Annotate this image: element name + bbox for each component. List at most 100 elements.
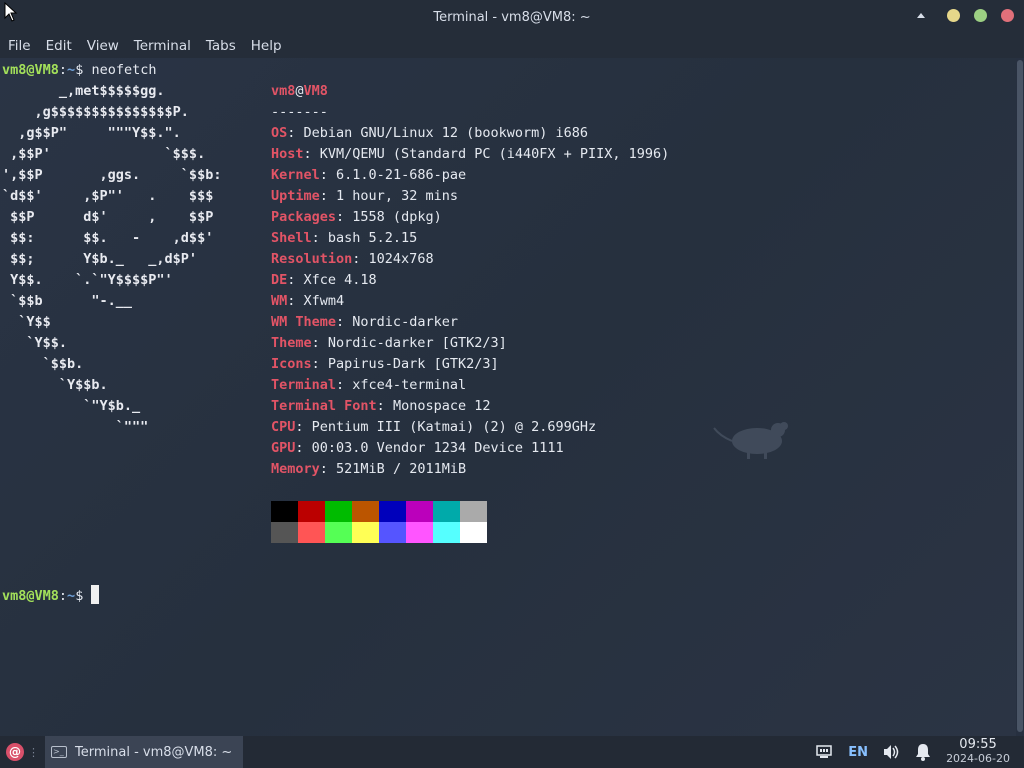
window-titlebar[interactable]: Terminal - vm8@VM8: ~ (0, 0, 1024, 34)
color-swatch (433, 522, 460, 543)
logo-line: `Y$$ (2, 314, 51, 330)
scrollbar-thumb[interactable] (1017, 60, 1023, 732)
prompt-user: vm8@VM8 (2, 588, 59, 604)
info-row: Icons: Papirus-Dark [GTK2/3] (271, 354, 499, 375)
network-icon[interactable] (816, 745, 833, 759)
info-key: Icons (271, 356, 312, 372)
info-colon: : (295, 440, 312, 456)
logo-line: `d$$' ,$P"' . $$$ (2, 188, 214, 204)
info-key: OS (271, 125, 288, 141)
menu-file[interactable]: File (8, 38, 31, 54)
color-palette (271, 501, 487, 543)
clock[interactable]: 09:55 2024-06-20 (946, 738, 1010, 766)
close-button[interactable] (1001, 9, 1014, 22)
prompt-separator: : (58, 588, 68, 604)
info-value: Monospace 12 (392, 398, 491, 414)
prompt-line-current[interactable]: vm8@VM8:~$ (2, 585, 100, 606)
info-key: GPU (271, 440, 296, 456)
info-row: Terminal Font: Monospace 12 (271, 396, 490, 417)
prompt-line: vm8@VM8:~$ neofetch (2, 60, 157, 81)
info-value: Papirus-Dark [GTK2/3] (327, 356, 499, 372)
info-row: OS: Debian GNU/Linux 12 (bookworm) i686 (271, 123, 588, 144)
info-colon: : (311, 230, 328, 246)
info-key: Packages (271, 209, 337, 225)
logo-line: `Y$$b. (2, 377, 108, 393)
logo-line: ,$$P' `$$$. (2, 146, 206, 162)
prompt-path: ~ (67, 588, 76, 604)
color-swatch (271, 501, 298, 522)
info-underline: ------- (271, 104, 328, 120)
info-row: DE: Xfce 4.18 (271, 270, 377, 291)
info-key: Memory (271, 461, 320, 477)
info-key: Theme (271, 335, 312, 351)
info-colon: : (352, 251, 369, 267)
keyboard-layout-indicator[interactable]: EN (848, 745, 868, 760)
logo-line: Y$$. `.`"Y$$$$P"' (2, 272, 173, 288)
shade-icon[interactable] (917, 13, 925, 18)
text-cursor (91, 585, 100, 604)
info-key: WM Theme (271, 314, 337, 330)
info-row: WM Theme: Nordic-darker (271, 312, 458, 333)
color-swatch (460, 522, 487, 543)
info-header: vm8@VM8 (271, 81, 328, 102)
clock-date: 2024-06-20 (946, 752, 1010, 765)
color-swatch (298, 522, 325, 543)
info-colon: : (319, 167, 337, 183)
debian-menu-icon[interactable]: @ (6, 743, 24, 761)
logo-line: `""" (2, 419, 149, 435)
info-key: Shell (271, 230, 312, 246)
info-value: 1558 (dpkg) (352, 209, 442, 225)
info-key: DE (271, 272, 288, 288)
info-value: KVM/QEMU (Standard PC (i440FX + PIIX, 19… (319, 146, 670, 162)
minimize-button[interactable] (947, 9, 960, 22)
color-swatch (406, 501, 433, 522)
menu-terminal[interactable]: Terminal (134, 38, 191, 54)
info-key: Resolution (271, 251, 353, 267)
color-swatch (271, 522, 298, 543)
color-swatch (379, 522, 406, 543)
taskbar-separator: ⋮ (28, 745, 39, 759)
info-key: Uptime (271, 188, 320, 204)
menu-edit[interactable]: Edit (46, 38, 72, 54)
logo-line: `$$b "-.__ (2, 293, 133, 309)
terminal-scrollbar[interactable] (1016, 58, 1024, 736)
info-key: Terminal Font (271, 398, 377, 414)
color-swatch (298, 501, 325, 522)
notification-bell-icon[interactable] (914, 743, 932, 761)
info-value: xfce4-terminal (352, 377, 467, 393)
clock-time: 09:55 (959, 737, 997, 752)
info-value: 521MiB / 2011MiB (336, 461, 467, 477)
terminal-output[interactable]: vm8@VM8:~$ neofetch _,met$$$$$gg. ,g$$$$… (0, 58, 1016, 736)
maximize-button[interactable] (974, 9, 987, 22)
logo-line: $$P d$' , $$P (2, 209, 214, 225)
volume-icon[interactable] (882, 744, 900, 760)
info-header-host: VM8 (303, 83, 328, 99)
command-text: neofetch (91, 62, 157, 78)
taskbar: @ ⋮ >_ Terminal - vm8@VM8: ~ EN 09:55 20… (0, 736, 1024, 768)
info-value: 1024x768 (368, 251, 434, 267)
color-swatch (460, 501, 487, 522)
info-row: Packages: 1558 (dpkg) (271, 207, 442, 228)
info-value: Debian GNU/Linux 12 (bookworm) i686 (303, 125, 589, 141)
terminal-icon: >_ (51, 746, 67, 758)
menu-help[interactable]: Help (251, 38, 282, 54)
color-swatch (325, 522, 352, 543)
info-value: Nordic-darker [GTK2/3] (327, 335, 507, 351)
menu-view[interactable]: View (87, 38, 119, 54)
prompt-symbol: $ (75, 62, 84, 78)
menu-tabs[interactable]: Tabs (206, 38, 236, 54)
info-row: Shell: bash 5.2.15 (271, 228, 417, 249)
info-row: Host: KVM/QEMU (Standard PC (i440FX + PI… (271, 144, 669, 165)
info-key: Host (271, 146, 304, 162)
logo-line: $$: $$. - ,d$$' (2, 230, 214, 246)
info-row: Memory: 521MiB / 2011MiB (271, 459, 466, 480)
taskbar-terminal-task[interactable]: >_ Terminal - vm8@VM8: ~ (45, 736, 243, 768)
window-controls (917, 9, 1014, 22)
logo-line: _,met$$$$$gg. (2, 83, 165, 99)
info-row: CPU: Pentium III (Katmai) (2) @ 2.699GHz (271, 417, 596, 438)
info-value: Xfwm4 (303, 293, 345, 309)
prompt-separator: : (58, 62, 68, 78)
info-value: 1 hour, 32 mins (336, 188, 458, 204)
info-key: Kernel (271, 167, 320, 183)
xfce-mouse-watermark-icon (713, 422, 788, 459)
